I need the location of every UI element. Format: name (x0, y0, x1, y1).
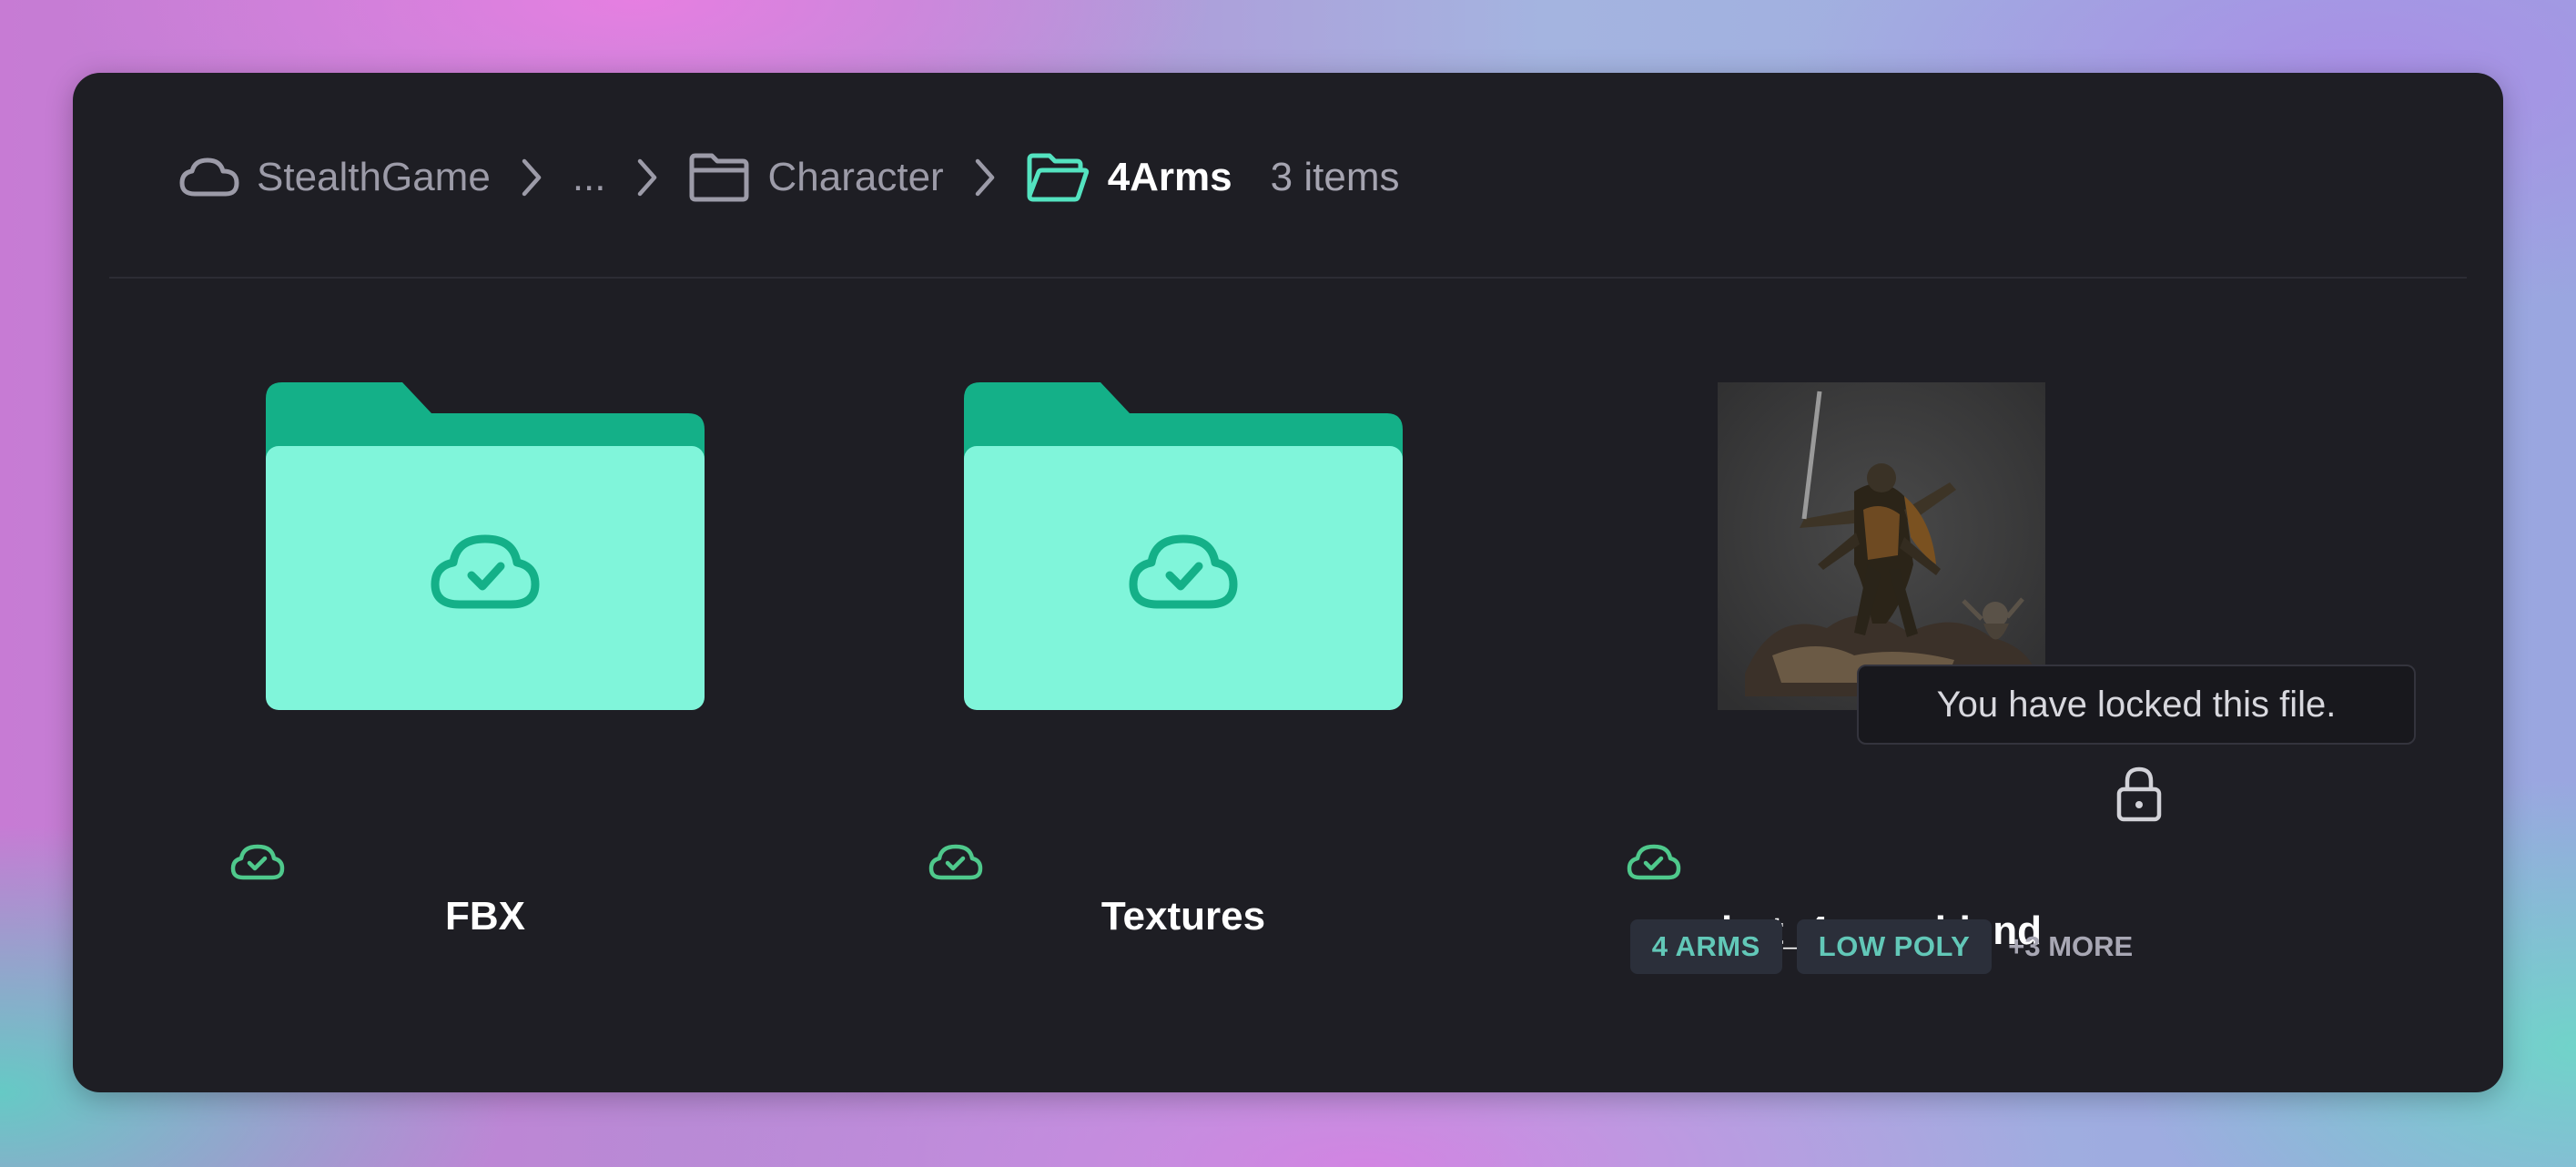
folder-icon (964, 382, 1403, 710)
folder-icon (266, 382, 705, 710)
folder-icon[interactable] (688, 152, 750, 203)
folder-thumbnail[interactable] (878, 382, 1488, 710)
grid-item-textures[interactable]: Textures (878, 382, 1488, 1074)
folder-thumbnail[interactable] (180, 382, 790, 710)
breadcrumb: StealthGame ... Character 4Arms 3 items (178, 141, 1399, 214)
chevron-right-icon (975, 158, 995, 197)
item-name[interactable]: Textures (878, 894, 1488, 939)
tag-chip[interactable]: 4 ARMS (1629, 919, 1782, 974)
header-divider (109, 277, 2467, 279)
chevron-right-icon (522, 158, 542, 197)
item-name[interactable]: FBX (180, 894, 790, 939)
lock-icon[interactable] (2115, 765, 2163, 823)
cloud-icon[interactable] (178, 156, 242, 199)
cloud-check-icon (928, 844, 983, 880)
item-count: 3 items (1270, 155, 1400, 199)
breadcrumb-current: 4Arms (1107, 155, 1232, 199)
file-thumbnail[interactable] (1577, 382, 2186, 710)
grid-item-fbx[interactable]: FBX (180, 382, 790, 1074)
3d-character-thumbnail (1718, 382, 2045, 710)
more-tags-link[interactable]: +3 MORE (2008, 930, 2133, 963)
cloud-check-icon (230, 844, 285, 880)
folder-open-icon (1026, 152, 1090, 203)
tag-chip[interactable]: LOW POLY (1796, 919, 1993, 974)
tag-list: 4 ARMS LOW POLY +3 MORE (1577, 919, 2186, 974)
breadcrumb-parent[interactable]: Character (768, 155, 944, 200)
breadcrumb-root[interactable]: StealthGame (257, 155, 491, 200)
breadcrumb-ellipsis[interactable]: ... (573, 155, 606, 200)
file-browser-panel: StealthGame ... Character 4Arms 3 items (73, 73, 2503, 1092)
cloud-check-icon (1627, 844, 1681, 880)
chevron-right-icon (637, 158, 657, 197)
lock-tooltip: You have locked this file. (1857, 665, 2416, 745)
